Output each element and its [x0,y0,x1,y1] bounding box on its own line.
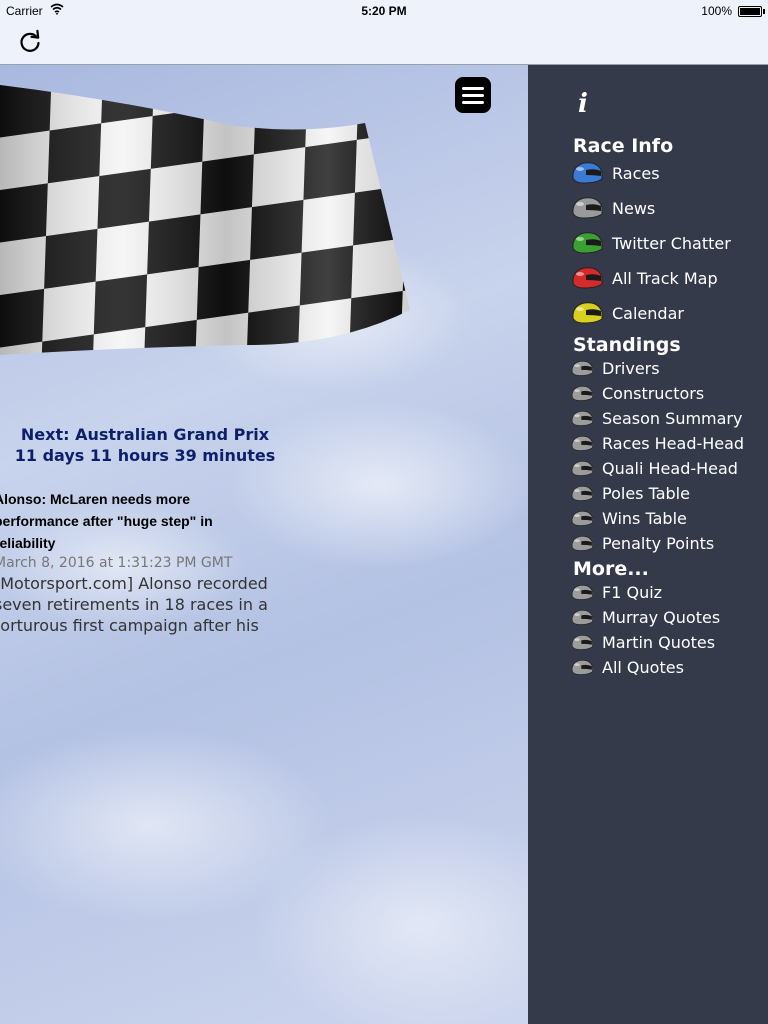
sidebar-item-all-track-map[interactable]: All Track Map [570,263,718,293]
sidebar-item-label: Twitter Chatter [612,233,731,253]
news-date: March 8, 2016 at 1:31:23 PM GMT [0,555,233,571]
sidebar-item-label: Poles Table [602,483,690,503]
sidebar-item-label: All Quotes [602,657,684,677]
helmet-icon [571,659,593,675]
section-title-race-info: Race Info [573,135,674,157]
sidebar-item-wins-table[interactable]: Wins Table [570,507,687,529]
sidebar-item-label: Wins Table [602,508,687,528]
helmet-icon [571,435,593,451]
info-icon[interactable]: i [578,89,588,119]
sidebar-item-label: Calendar [612,303,684,323]
sidebar-item-label: All Track Map [612,268,718,288]
next-race-countdown: Next: Australian Grand Prix 11 days 11 h… [0,424,290,466]
helmet-icon [571,584,593,600]
menu-button[interactable] [455,77,491,113]
sidebar-item-season-summary[interactable]: Season Summary [570,407,742,429]
hamburger-icon-bar [462,101,484,104]
status-bar: Carrier 5:20 PM 100% [0,0,768,22]
helmet-icon [571,410,593,426]
sidebar-item-quali-head-head[interactable]: Quali Head-Head [570,457,738,479]
hamburger-icon-bar [462,87,484,90]
sidebar-item-murray-quotes[interactable]: Murray Quotes [570,606,720,628]
news-headline[interactable]: Alonso: McLaren needs more performance a… [0,488,254,554]
news-summary: [Motorsport.com] Alonso recorded seven r… [0,574,268,635]
clock: 5:20 PM [361,4,407,18]
sidebar-item-label: Season Summary [602,408,743,428]
sidebar-item-label: F1 Quiz [602,582,663,602]
sidebar-item-label: Martin Quotes [602,632,716,652]
helmet-icon [571,360,593,376]
hamburger-icon-bar [462,94,484,97]
sidebar-item-news[interactable]: News [570,193,655,223]
next-race-name: Next: Australian Grand Prix [20,425,270,444]
helmet-icon [571,385,593,401]
sidebar-item-label: News [612,198,656,218]
sidebar-menu: i Race Info Races News Twitter Chatter All … [528,65,768,1024]
main-content: Next: Australian Grand Prix 11 days 11 h… [0,65,528,1024]
checkered-flag-image [0,85,410,355]
sidebar-item-races-head-head[interactable]: Races Head-Head [570,432,744,454]
next-race-timer: 11 days 11 hours 39 minutes [14,446,276,465]
helmet-icon [572,162,603,184]
sidebar-item-label: Races Head-Head [602,433,745,453]
sidebar-item-martin-quotes[interactable]: Martin Quotes [570,631,715,653]
battery-icon [738,6,765,17]
sidebar-item-calendar[interactable]: Calendar [570,298,684,328]
sidebar-item-penalty-points[interactable]: Penalty Points [570,532,714,554]
helmet-icon [572,302,603,324]
sidebar-item-drivers[interactable]: Drivers [570,357,660,379]
helmet-icon [571,485,593,501]
helmet-icon [571,634,593,650]
helmet-icon [572,232,603,254]
section-title-more: More... [573,558,649,580]
helmet-icon [571,510,593,526]
sidebar-item-label: Constructors [602,383,705,403]
helmet-icon [571,535,593,551]
sidebar-item-label: Penalty Points [602,533,715,553]
sidebar-item-all-quotes[interactable]: All Quotes [570,656,684,678]
helmet-icon [572,197,603,219]
helmet-icon [571,609,593,625]
sidebar-item-twitter-chatter[interactable]: Twitter Chatter [570,228,731,258]
sidebar-item-f1-quiz[interactable]: F1 Quiz [570,581,662,603]
sidebar-item-label: Murray Quotes [602,607,721,627]
sidebar-item-poles-table[interactable]: Poles Table [570,482,690,504]
helmet-icon [572,267,603,289]
toolbar [0,22,768,65]
sidebar-item-constructors[interactable]: Constructors [570,382,704,404]
sidebar-item-label: Quali Head-Head [602,458,738,478]
sidebar-item-races[interactable]: Races [570,158,660,188]
battery-percent: 100% [701,4,732,18]
sidebar-item-label: Drivers [602,358,660,378]
helmet-icon [571,460,593,476]
reload-icon[interactable] [16,28,44,56]
section-title-standings: Standings [573,334,681,356]
sidebar-item-label: Races [612,163,660,183]
